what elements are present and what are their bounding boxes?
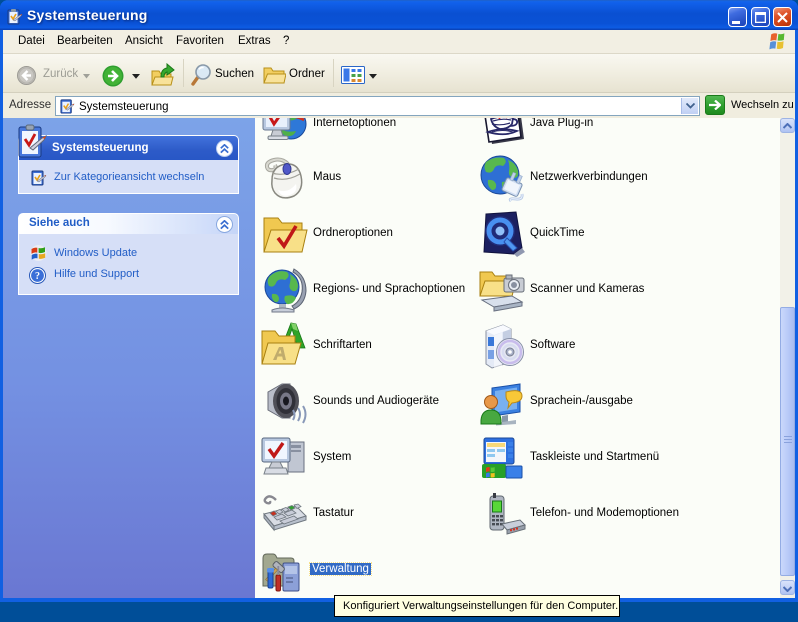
svg-text:?: ? <box>35 271 40 282</box>
